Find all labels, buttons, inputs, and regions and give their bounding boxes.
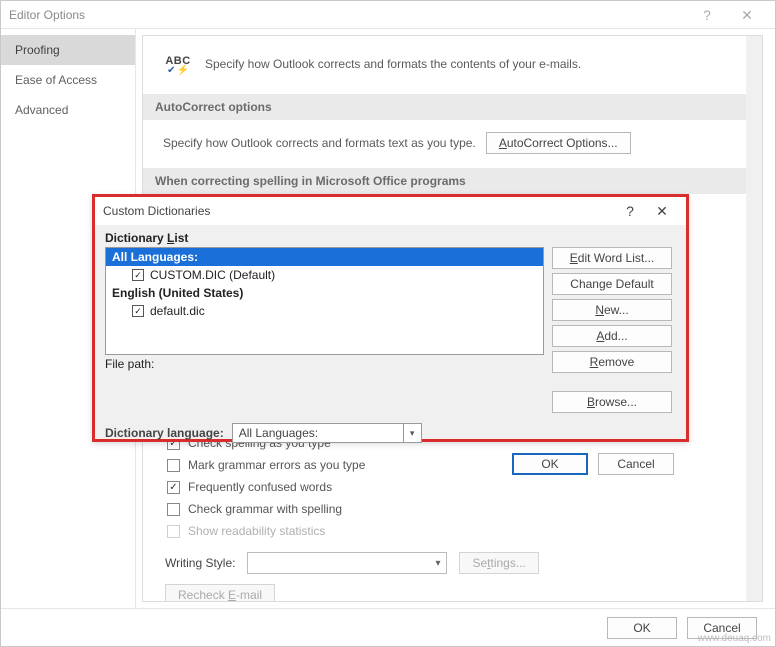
edit-word-list-button[interactable]: Edit Word List... bbox=[552, 247, 672, 269]
dialog-footer: OK Cancel bbox=[95, 443, 686, 475]
check-grammar-with-spelling[interactable]: Check grammar with spelling bbox=[143, 498, 762, 520]
proofing-icon: ABC ✔⚡ bbox=[163, 50, 193, 78]
list-group-english-us[interactable]: English (United States) bbox=[106, 284, 543, 302]
dictionary-language-value: All Languages: bbox=[239, 426, 318, 440]
editor-options-window: Editor Options ? ✕ Proofing Ease of Acce… bbox=[0, 0, 776, 647]
checkbox-label: Frequently confused words bbox=[188, 480, 332, 494]
sidebar-item-proofing[interactable]: Proofing bbox=[1, 35, 135, 65]
autocorrect-row: Specify how Outlook corrects and formats… bbox=[143, 120, 762, 168]
recheck-email-button: Recheck E-mail bbox=[165, 584, 275, 602]
autocorrect-options-button[interactable]: AutoCorrect Options... bbox=[486, 132, 631, 154]
dialog-titlebar: Custom Dictionaries ? ✕ bbox=[95, 197, 686, 225]
dictionary-language-label: Dictionary language: bbox=[105, 426, 224, 440]
ok-button[interactable]: OK bbox=[607, 617, 677, 639]
help-button[interactable]: ? bbox=[687, 1, 727, 29]
sidebar-item-advanced[interactable]: Advanced bbox=[1, 95, 135, 125]
sidebar-item-label: Ease of Access bbox=[15, 73, 97, 87]
section-header-spelling: When correcting spelling in Microsoft Of… bbox=[143, 168, 762, 194]
change-default-button[interactable]: Change Default bbox=[552, 273, 672, 295]
dialog-cancel-button[interactable]: Cancel bbox=[598, 453, 674, 475]
dialog-help-button[interactable]: ? bbox=[614, 203, 646, 219]
dialog-close-button[interactable]: ✕ bbox=[646, 203, 678, 220]
checkbox-icon[interactable]: ✓ bbox=[167, 481, 180, 494]
new-button[interactable]: New... bbox=[552, 299, 672, 321]
list-item-custom-dic[interactable]: ✓ CUSTOM.DIC (Default) bbox=[106, 266, 543, 284]
sidebar-item-ease-of-access[interactable]: Ease of Access bbox=[1, 65, 135, 95]
writing-style-select[interactable]: ▾ bbox=[247, 552, 447, 574]
window-footer: OK Cancel bbox=[1, 608, 775, 646]
section-header-autocorrect: AutoCorrect options bbox=[143, 94, 762, 120]
checkbox-label: Show readability statistics bbox=[188, 524, 325, 538]
chevron-down-icon: ▾ bbox=[435, 558, 440, 569]
intro-section: ABC ✔⚡ Specify how Outlook corrects and … bbox=[143, 36, 762, 94]
sidebar-item-label: Proofing bbox=[15, 43, 60, 57]
dialog-title: Custom Dictionaries bbox=[103, 204, 614, 218]
watermark: www.deuaq.com bbox=[698, 633, 771, 644]
close-button[interactable]: ✕ bbox=[727, 1, 767, 29]
frequently-confused-words[interactable]: ✓ Frequently confused words bbox=[143, 476, 762, 498]
file-path-label: File path: bbox=[105, 355, 544, 371]
writing-style-row: Writing Style: ▾ Settings... bbox=[143, 542, 762, 582]
checkbox-icon[interactable] bbox=[167, 503, 180, 516]
list-group-all-languages[interactable]: All Languages: bbox=[106, 248, 543, 266]
checkbox-label: Check grammar with spelling bbox=[188, 502, 342, 516]
add-button[interactable]: Add... bbox=[552, 325, 672, 347]
vertical-scrollbar[interactable] bbox=[746, 36, 762, 601]
chevron-down-icon: ▾ bbox=[403, 424, 421, 442]
remove-button[interactable]: Remove bbox=[552, 351, 672, 373]
dictionary-language-select[interactable]: All Languages: ▾ bbox=[232, 423, 422, 443]
settings-button: Settings... bbox=[459, 552, 538, 574]
window-title: Editor Options bbox=[9, 8, 687, 22]
checkbox-icon[interactable]: ✓ bbox=[132, 305, 144, 317]
dictionary-listbox[interactable]: All Languages: ✓ CUSTOM.DIC (Default) En… bbox=[105, 247, 544, 355]
dialog-ok-button[interactable]: OK bbox=[512, 453, 588, 475]
list-item-label: CUSTOM.DIC (Default) bbox=[150, 268, 275, 282]
list-item-default-dic[interactable]: ✓ default.dic bbox=[106, 302, 543, 320]
checkbox-icon[interactable]: ✓ bbox=[132, 269, 144, 281]
titlebar: Editor Options ? ✕ bbox=[1, 1, 775, 29]
checkbox-icon bbox=[167, 525, 180, 538]
list-item-label: default.dic bbox=[150, 304, 205, 318]
autocorrect-text: Specify how Outlook corrects and formats… bbox=[163, 136, 476, 150]
browse-button[interactable]: Browse... bbox=[552, 391, 672, 413]
intro-text: Specify how Outlook corrects and formats… bbox=[205, 57, 581, 71]
show-readability-statistics: Show readability statistics bbox=[143, 520, 762, 542]
sidebar-item-label: Advanced bbox=[15, 103, 68, 117]
dictionary-list-label: Dictionary List bbox=[105, 231, 544, 247]
custom-dictionaries-dialog: Custom Dictionaries ? ✕ Dictionary List … bbox=[92, 194, 689, 442]
writing-style-label: Writing Style: bbox=[165, 556, 235, 570]
